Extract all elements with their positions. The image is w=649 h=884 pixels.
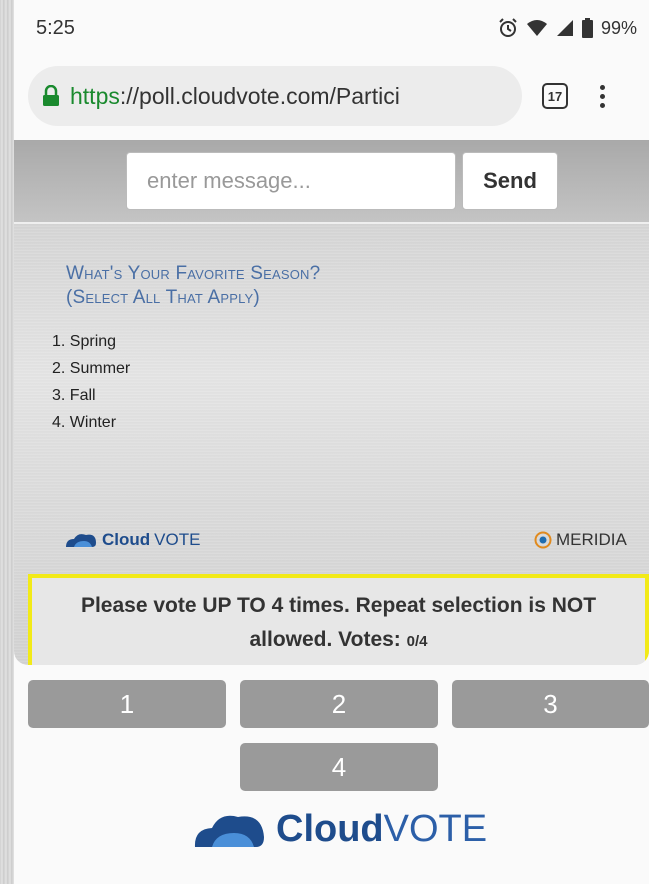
option-item: 2. Summer	[52, 360, 131, 377]
brand-left-bold: Cloud	[102, 530, 151, 549]
meridia-icon	[534, 531, 552, 549]
background-strip	[0, 0, 14, 884]
send-button[interactable]: Send	[462, 152, 558, 210]
battery-percent: 99%	[600, 17, 637, 38]
question-line-2: (Select All That Apply)	[66, 287, 260, 308]
status-icons: 99%	[498, 18, 637, 39]
option-item: 1. Spring	[52, 333, 117, 350]
vote-button-1[interactable]: 1	[28, 680, 226, 728]
url-path: ://poll.cloudvote.com/Partici	[119, 82, 400, 109]
phone-screen: 5:25 99% https://poll.cloudvote.com/Part…	[14, 0, 649, 884]
option-item: 4. Winter	[52, 414, 117, 431]
notice-text: Please vote UP TO 4 times. Repeat select…	[40, 589, 637, 659]
vote-count: 0/4	[406, 633, 428, 650]
lock-icon	[43, 85, 59, 106]
footer-brand-bold: Cloud	[276, 808, 384, 850]
signal-icon	[556, 20, 573, 36]
cloud-icon	[66, 534, 96, 547]
vote-instructions: Please vote UP TO 4 times. Repeat select…	[28, 574, 649, 665]
vote-button-3[interactable]: 3	[452, 680, 649, 728]
poll-options: 1. Spring 2. Summer 3. Fall 4. Winter	[52, 328, 130, 436]
url-text: https://poll.cloudvote.com/Partici	[70, 83, 400, 110]
question-line-1: What's Your Favorite Season?	[66, 263, 321, 284]
tab-switcher-button[interactable]: 17	[542, 83, 568, 109]
more-menu-icon[interactable]	[600, 84, 605, 108]
brand-left-light: VOTE	[154, 530, 201, 549]
cloudvote-logo-small: Cloud VOTE	[64, 530, 200, 550]
status-time: 5:25	[36, 16, 75, 39]
vote-button-4[interactable]: 4	[240, 743, 438, 791]
alarm-icon	[499, 18, 517, 37]
brand-right-text: MERIDIA	[556, 530, 627, 549]
cloudvote-logo: CloudVOTE	[192, 808, 487, 851]
battery-icon	[581, 18, 593, 38]
option-item: 3. Fall	[52, 387, 96, 404]
notice-message: Please vote UP TO 4 times. Repeat select…	[80, 594, 597, 651]
message-input[interactable]	[126, 152, 456, 210]
poll-slide: Send What's Your Favorite Season? (Selec…	[14, 140, 649, 665]
vote-button-2[interactable]: 2	[240, 680, 438, 728]
poll-question: What's Your Favorite Season? (Select All…	[66, 262, 320, 310]
message-bar: Send	[14, 140, 649, 224]
status-bar: 5:25 99%	[14, 0, 649, 56]
cloud-logo-icon	[194, 815, 264, 847]
url-scheme: https	[70, 82, 120, 109]
meridia-logo: MERIDIA	[534, 530, 627, 550]
address-bar[interactable]: https://poll.cloudvote.com/Partici	[28, 66, 522, 126]
browser-toolbar: https://poll.cloudvote.com/Partici 17	[14, 56, 649, 136]
footer-brand-light: VOTE	[383, 808, 488, 850]
wifi-icon	[526, 20, 547, 36]
